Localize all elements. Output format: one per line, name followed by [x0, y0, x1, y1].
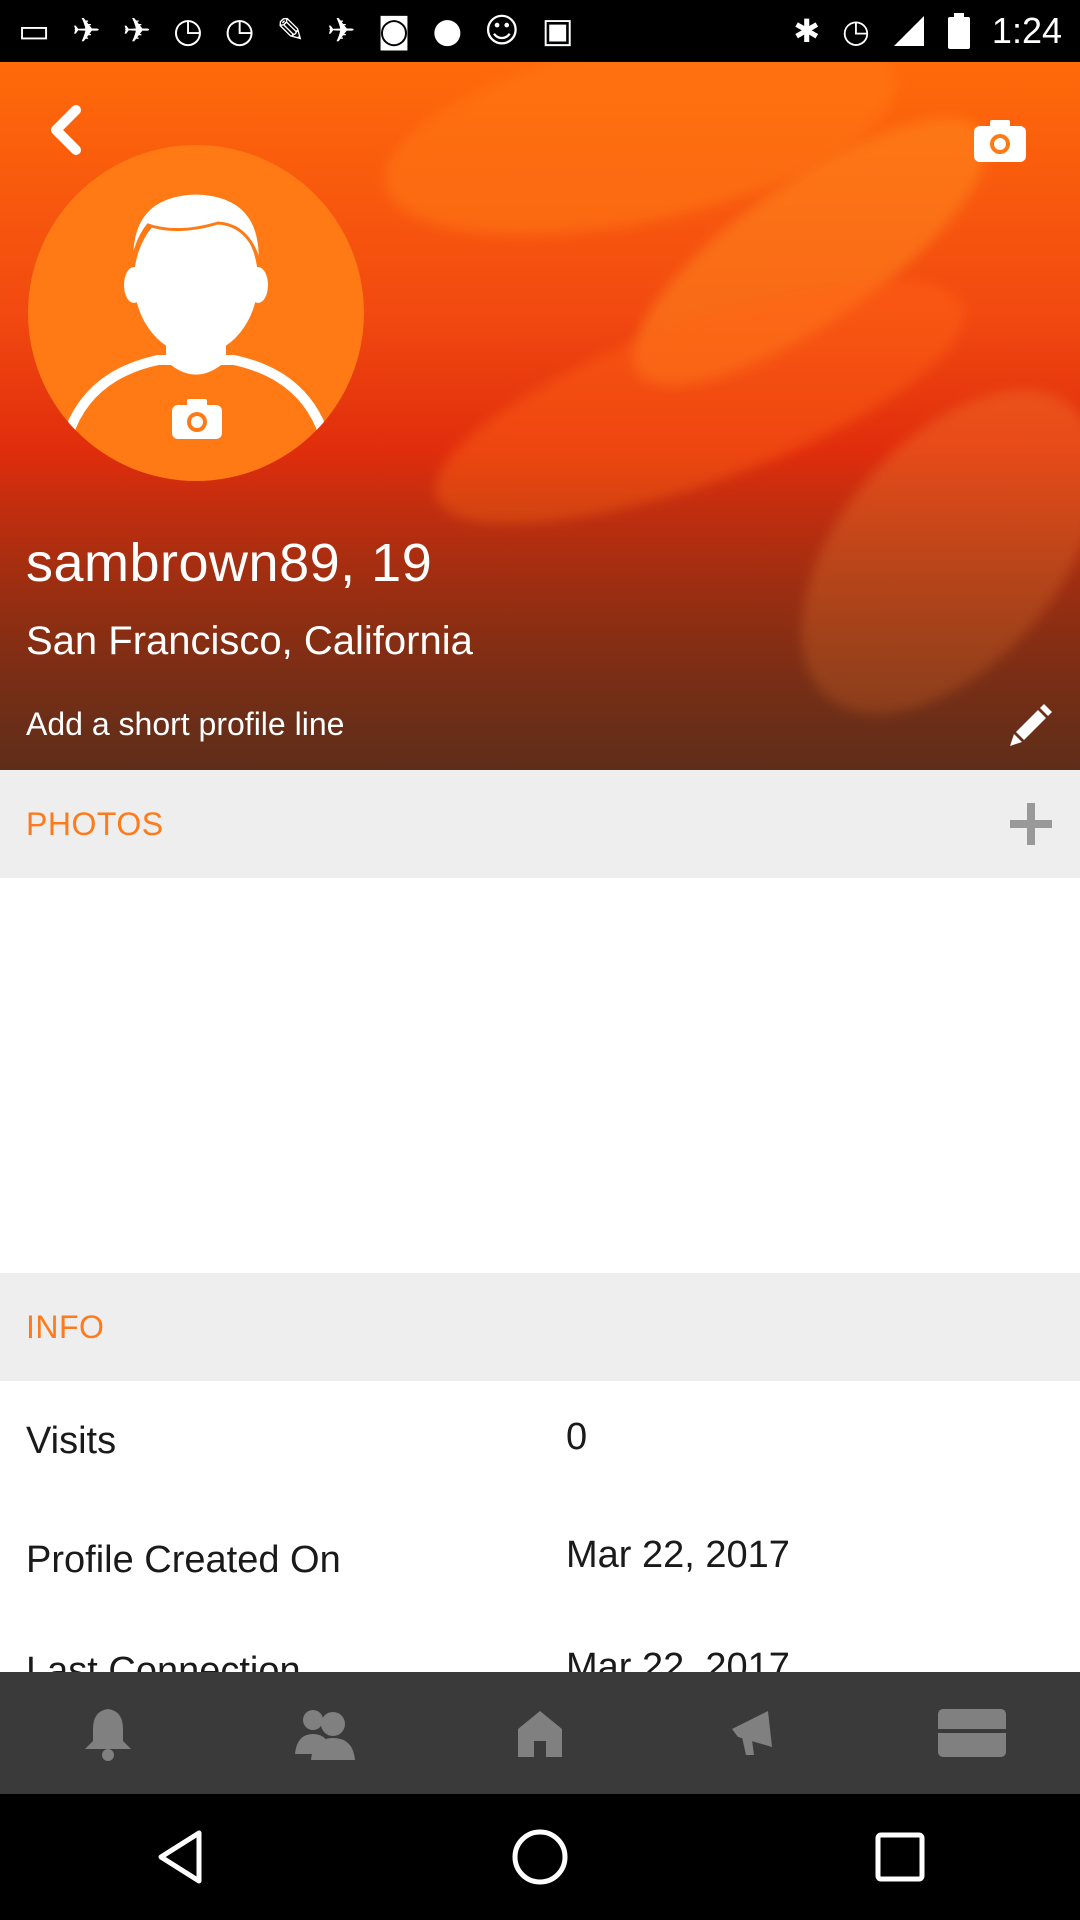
avatar[interactable] [28, 145, 364, 481]
nav-home[interactable] [485, 1688, 595, 1778]
info-row-visits: Visits 0 [0, 1380, 1080, 1490]
nav-inbox[interactable] [917, 1688, 1027, 1778]
photos-area [0, 878, 1080, 1273]
info-section-header: INFO [0, 1273, 1080, 1381]
alarm-icon: ◷ [842, 12, 870, 50]
location: San Francisco, California [26, 619, 473, 663]
info-value: Mar 22, 2017 [566, 1646, 790, 1672]
photos-section-header: PHOTOS [0, 770, 1080, 878]
system-back-button[interactable] [130, 1807, 230, 1907]
tools-icon: ✈ [72, 11, 101, 51]
square-recents-icon [875, 1832, 925, 1882]
home-icon [518, 1711, 562, 1757]
info-row-created: Profile Created On Mar 22, 2017 [0, 1500, 1080, 1610]
profile-header: sambrown89, 19 San Francisco, California… [0, 62, 1080, 770]
profile-line-placeholder[interactable]: Add a short profile line [26, 706, 344, 743]
username-age: sambrown89, 19 [26, 533, 433, 593]
system-recents-button[interactable] [850, 1807, 950, 1907]
status-icons-left: ▭ ✈ ✈ ◷ ◷ ✎ ✈ ◙ ● ☺ ▣ [18, 14, 574, 48]
bell-icon [85, 1709, 131, 1761]
nav-people[interactable] [269, 1688, 379, 1778]
status-icons-right: ✱ ◷ 1:24 [793, 10, 1062, 52]
chat-icon: ▭ [18, 11, 51, 51]
camera-icon [974, 120, 1026, 162]
lock-icon: ▣ [541, 11, 574, 51]
wrench-icon: ✎ [276, 11, 305, 51]
info-label: Visits [26, 1420, 117, 1462]
app-icon: ◙ [377, 11, 411, 51]
system-nav [0, 1794, 1080, 1920]
change-cover-button[interactable] [972, 118, 1028, 164]
tools-icon: ✈ [326, 11, 356, 51]
info-value: 0 [566, 1416, 588, 1458]
info-row-last-connection: Last Connection Mar 22, 2017 [0, 1614, 1080, 1672]
bluetooth-icon: ✱ [793, 12, 820, 50]
bottom-nav [0, 1672, 1080, 1794]
add-photo-button[interactable] [1008, 801, 1054, 847]
nav-notifications[interactable] [53, 1688, 163, 1778]
people-icon [295, 1710, 355, 1760]
edit-profile-line-button[interactable] [1008, 702, 1054, 748]
megaphone-icon [732, 1711, 772, 1755]
timer-icon: ◷ [173, 11, 203, 51]
triangle-back-icon [158, 1830, 202, 1884]
battery-icon [947, 13, 970, 49]
fox-sports-icon: ● [432, 11, 463, 51]
pencil-icon [1010, 704, 1052, 746]
signal-icon [893, 16, 924, 46]
inbox-icon [938, 1709, 1006, 1757]
chevron-left-icon [51, 105, 81, 155]
info-label: Last Connection [26, 1650, 301, 1672]
circle-home-icon [512, 1829, 568, 1885]
smiley-icon: ☺ [484, 11, 520, 51]
system-home-button[interactable] [490, 1807, 590, 1907]
back-button[interactable] [40, 100, 90, 160]
status-bar: ▭ ✈ ✈ ◷ ◷ ✎ ✈ ◙ ● ☺ ▣ ✱ ◷ 1:24 [0, 0, 1080, 62]
camera-icon [172, 399, 222, 439]
status-time: 1:24 [991, 10, 1062, 51]
info-title: INFO [26, 1308, 105, 1345]
info-value: Mar 22, 2017 [566, 1534, 790, 1576]
info-label: Profile Created On [26, 1539, 341, 1581]
tools-icon: ✈ [122, 11, 152, 51]
timer-icon: ◷ [224, 11, 255, 51]
change-avatar-button[interactable] [170, 397, 224, 441]
photos-title: PHOTOS [26, 805, 164, 842]
nav-announcements[interactable] [701, 1688, 811, 1778]
